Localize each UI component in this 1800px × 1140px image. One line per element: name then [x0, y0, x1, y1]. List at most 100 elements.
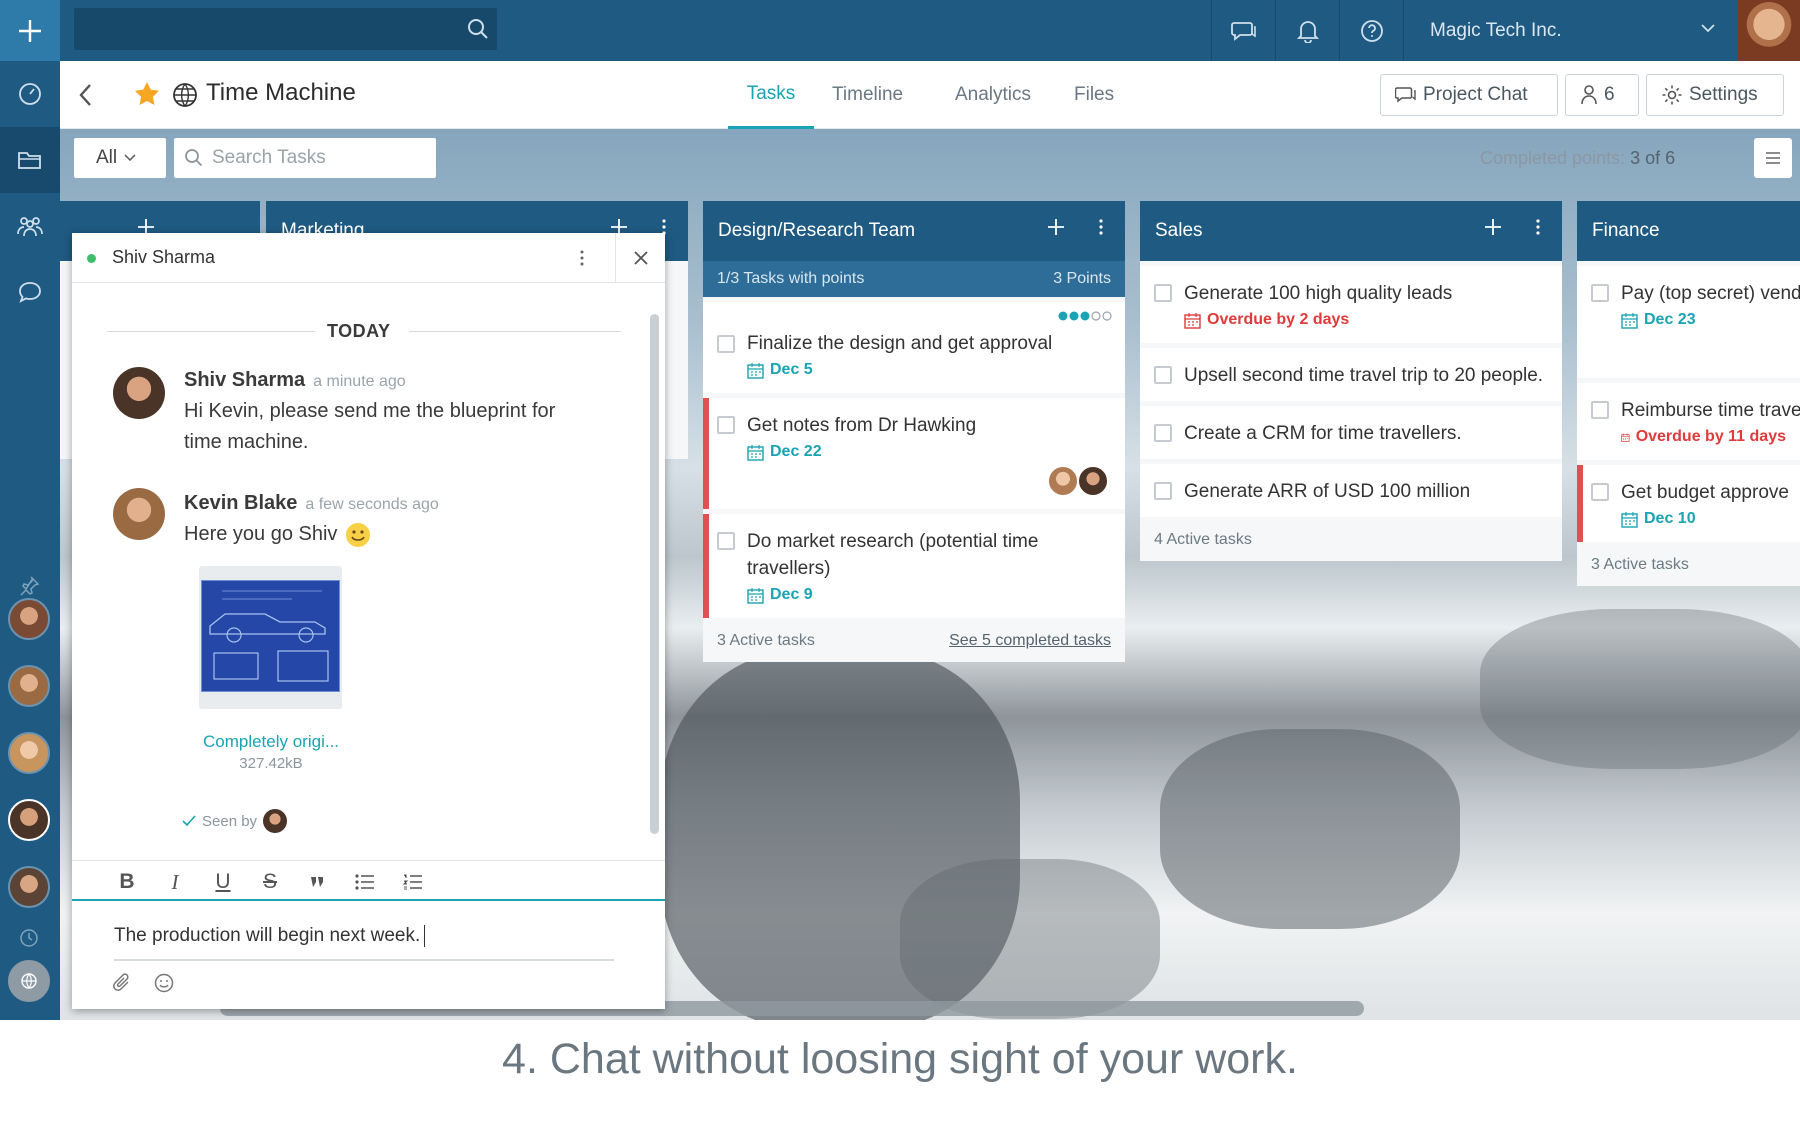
- task-checkbox[interactable]: [1591, 483, 1609, 501]
- sender-avatar[interactable]: [113, 488, 165, 540]
- task-card[interactable]: Create a CRM for time travellers.: [1140, 406, 1562, 459]
- task-checkbox[interactable]: [1591, 284, 1609, 302]
- formatting-toolbar: B I U S: [72, 860, 665, 901]
- due-date: Dec 23: [1621, 309, 1786, 331]
- message: Kevin Blake a few seconds ago Here you go…: [184, 492, 439, 550]
- due-date: Dec 9: [747, 584, 1111, 606]
- task-card[interactable]: Upsell second time travel trip to 20 peo…: [1140, 348, 1562, 401]
- task-checkbox[interactable]: [717, 335, 735, 353]
- list-view-button[interactable]: [1754, 138, 1792, 178]
- task-card[interactable]: Generate ARR of USD 100 million: [1140, 464, 1562, 517]
- more-vertical-icon[interactable]: [1099, 219, 1103, 235]
- assignee-avatar[interactable]: [1047, 465, 1079, 497]
- members-button[interactable]: 6: [1565, 74, 1639, 116]
- task-checkbox[interactable]: [1154, 284, 1172, 302]
- task-card[interactable]: Generate 100 high quality leads Overdue …: [1140, 266, 1562, 343]
- rail-chat[interactable]: [0, 259, 60, 325]
- task-checkbox[interactable]: [717, 416, 735, 434]
- add-task-button[interactable]: [1484, 218, 1502, 236]
- chat-button[interactable]: [1211, 0, 1275, 61]
- due-date-text: Dec 10: [1644, 510, 1696, 527]
- task-card[interactable]: Do market research (potential time trave…: [703, 514, 1125, 618]
- rail-people[interactable]: [0, 193, 60, 259]
- rail-contact-avatar[interactable]: [8, 665, 50, 707]
- task-card[interactable]: Finalize the design and get approval Dec…: [703, 302, 1125, 393]
- project-chat-button[interactable]: Project Chat: [1380, 74, 1558, 116]
- text-cursor: [424, 925, 426, 947]
- settings-button[interactable]: Settings: [1646, 74, 1784, 116]
- calendar-icon: [1621, 312, 1638, 329]
- close-chat-button[interactable]: [615, 233, 665, 283]
- sender-avatar[interactable]: [113, 367, 165, 419]
- quote-icon[interactable]: [302, 867, 332, 897]
- tab-files[interactable]: Files: [1074, 61, 1114, 129]
- rail-dashboard[interactable]: [0, 61, 60, 127]
- underline-icon[interactable]: U: [208, 867, 238, 897]
- points-bar: 1/3 Tasks with points 3 Points: [703, 261, 1125, 297]
- message-text: Hi Kevin, please send me the blueprint f…: [184, 400, 556, 453]
- chat-bubble-icon: [19, 282, 41, 303]
- task-checkbox[interactable]: [1591, 401, 1609, 419]
- bullet-list-icon[interactable]: [350, 867, 380, 897]
- attachment-thumbnail[interactable]: [199, 566, 342, 709]
- emoji-button[interactable]: [154, 973, 174, 993]
- column-title: Sales: [1155, 220, 1203, 241]
- rail-contact-avatar[interactable]: [8, 732, 50, 774]
- column-title: Design/Research Team: [718, 220, 916, 241]
- bold-icon[interactable]: B: [112, 867, 142, 897]
- strikethrough-icon[interactable]: S: [255, 867, 285, 897]
- message-author: Shiv Sharma: [184, 369, 306, 391]
- task-checkbox[interactable]: [1154, 424, 1172, 442]
- message-input[interactable]: The production will begin next week.: [114, 901, 614, 961]
- user-avatar[interactable]: [1738, 0, 1800, 61]
- tab-analytics[interactable]: Analytics: [955, 61, 1031, 129]
- due-date-overdue: Overdue by 11 days: [1621, 426, 1786, 448]
- task-card[interactable]: Reimburse time trave Overdue by 11 days: [1577, 383, 1800, 460]
- task-card[interactable]: Get budget approve Dec 10: [1577, 465, 1800, 542]
- pin-icon: [18, 575, 40, 597]
- task-card[interactable]: Get notes from Dr Hawking Dec 22: [703, 398, 1125, 509]
- task-card[interactable]: Pay (top secret) vend Dec 23: [1577, 266, 1800, 378]
- more-vertical-icon[interactable]: [1536, 219, 1540, 235]
- column-sales: Sales Generate 100 high quality leads Ov…: [1140, 201, 1562, 561]
- see-completed-link[interactable]: See 5 completed tasks: [949, 632, 1111, 650]
- back-button[interactable]: [78, 83, 94, 107]
- organization-switcher[interactable]: Magic Tech Inc.: [1403, 0, 1738, 61]
- due-date-text: Overdue by 11 days: [1635, 428, 1786, 445]
- assignee-avatar[interactable]: [1077, 465, 1109, 497]
- attachment-size: 327.42kB: [239, 755, 303, 772]
- tab-tasks[interactable]: Tasks: [728, 61, 814, 129]
- attach-file-button[interactable]: [112, 973, 132, 993]
- create-button[interactable]: [0, 0, 60, 61]
- task-checkbox[interactable]: [1154, 366, 1172, 384]
- points-dots: [1057, 310, 1113, 322]
- bell-icon: [1296, 20, 1319, 43]
- rail-contact-avatar-active[interactable]: [8, 799, 50, 841]
- globe-icon: [172, 82, 198, 108]
- more-vertical-icon[interactable]: [580, 250, 584, 266]
- tasks-with-points: 1/3 Tasks with points: [717, 270, 865, 287]
- filter-dropdown[interactable]: All: [74, 138, 166, 178]
- notifications-button[interactable]: [1275, 0, 1339, 61]
- divider: [107, 331, 315, 332]
- add-task-button[interactable]: [1047, 218, 1065, 236]
- tab-timeline[interactable]: Timeline: [832, 61, 903, 129]
- chat-scrollbar[interactable]: [650, 314, 659, 834]
- attachment-name[interactable]: Completely origi...: [176, 732, 366, 752]
- rail-contact-avatar[interactable]: [8, 598, 50, 640]
- rail-contact-avatar[interactable]: [8, 866, 50, 908]
- task-checkbox[interactable]: [717, 532, 735, 550]
- global-search-input[interactable]: [74, 8, 497, 50]
- numbered-list-icon[interactable]: [398, 867, 428, 897]
- plus-icon: [19, 19, 41, 42]
- task-search-input[interactable]: Search Tasks: [174, 138, 436, 178]
- left-rail: [0, 61, 60, 1020]
- search-icon: [185, 149, 203, 167]
- rail-projects[interactable]: [0, 127, 60, 193]
- rail-globe-button[interactable]: [8, 960, 50, 1002]
- search-icon: [467, 18, 489, 40]
- help-button[interactable]: [1339, 0, 1403, 61]
- italic-icon[interactable]: I: [160, 867, 190, 897]
- favorite-star-icon[interactable]: [134, 81, 160, 107]
- task-checkbox[interactable]: [1154, 482, 1172, 500]
